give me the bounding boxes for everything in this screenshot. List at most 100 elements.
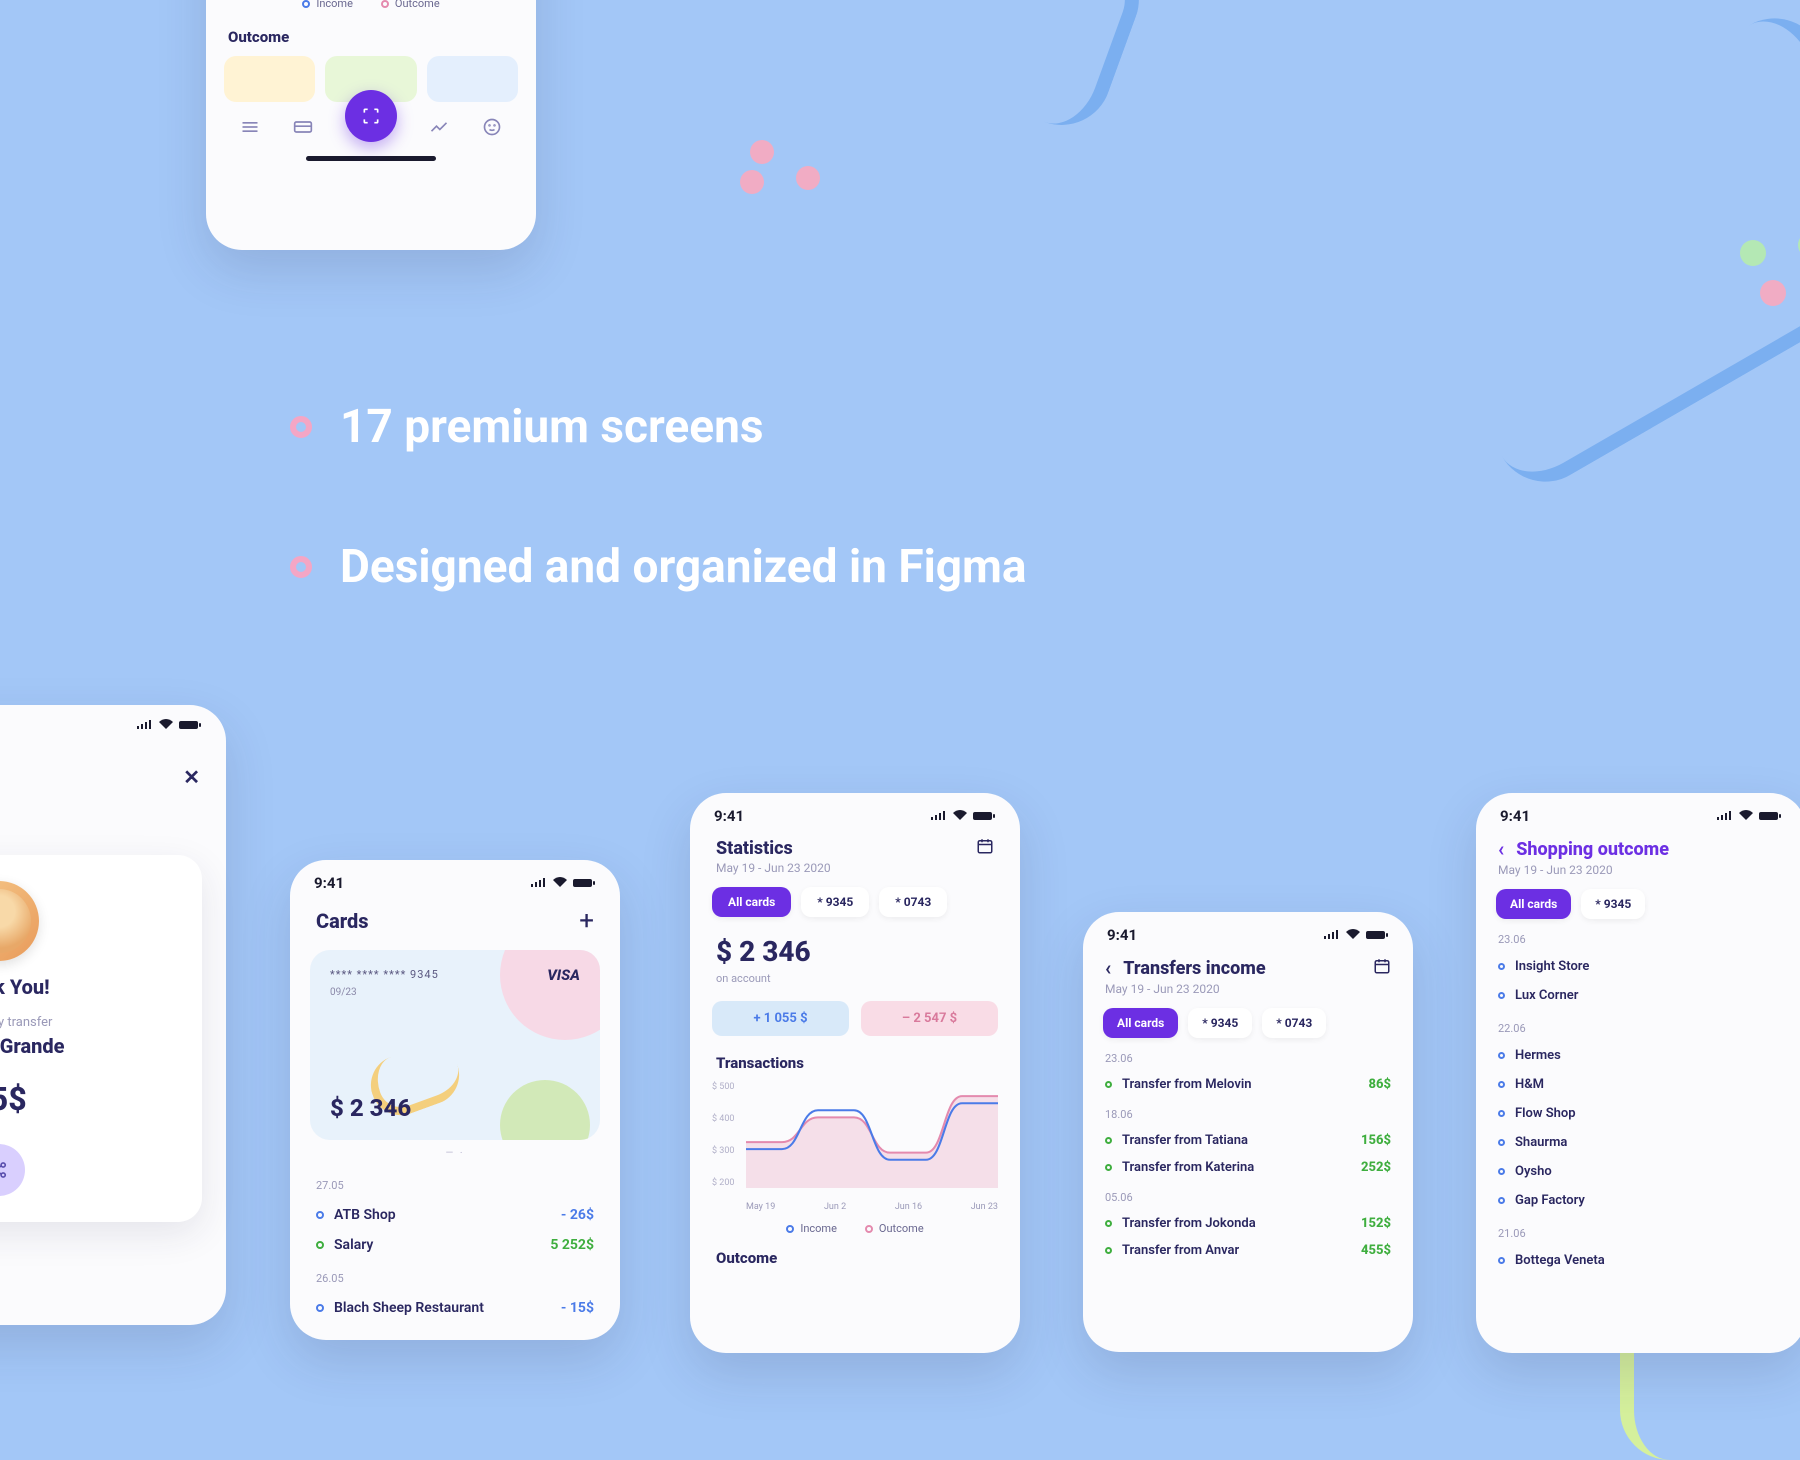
stats-icon[interactable] (429, 117, 449, 142)
add-card-icon[interactable]: + (579, 906, 594, 936)
shop-label: Lux Corner (1515, 988, 1578, 1003)
date-group: 26.05 (316, 1272, 594, 1285)
bg-squiggle (847, 0, 1153, 139)
transfer-amount: 455$ (1361, 1243, 1391, 1258)
transactions-list: 27.05 ATB Shop- 26$Salary5 252$ 26.05 Blach… (290, 1159, 620, 1331)
filter-pill[interactable]: * 0743 (879, 887, 947, 917)
transfer-amount: 156$ (1361, 1133, 1391, 1148)
transfers-list: 23.06Transfer from Melovin86$18.06Transf… (1083, 1052, 1413, 1264)
home-indicator (306, 156, 436, 161)
status-bar: 9:41 (290, 860, 620, 900)
card-filter-pills: All cards * 9345 * 0743 (690, 887, 1020, 917)
transfer-amount: 252$ (1361, 1160, 1391, 1175)
date-range: May 19 - Jun 23 2020 (1083, 982, 1413, 996)
shop-label: Shaurma (1515, 1135, 1567, 1150)
profile-icon[interactable] (482, 117, 502, 142)
row-dot-icon (1498, 1197, 1505, 1204)
total-amount: $ 2 346 (690, 935, 1020, 968)
shopping-row[interactable]: Oysho (1498, 1157, 1784, 1186)
shopping-row[interactable]: Shaurma (1498, 1128, 1784, 1157)
card-icon[interactable] (293, 117, 313, 142)
transaction-label: ATB Shop (334, 1207, 396, 1223)
card-brand: VISA (547, 966, 580, 984)
shop-label: Insight Store (1515, 959, 1589, 974)
date-group: 05.06 (1105, 1191, 1391, 1204)
filter-pill[interactable]: * 0743 (1262, 1008, 1326, 1038)
transfer-label: Transfer from Jokonda (1122, 1216, 1256, 1231)
transfer-row[interactable]: Transfer from Tatiana156$ (1105, 1127, 1391, 1154)
phone-transfers-income: 9:41 ‹ Transfers income May 19 - Jun 23 … (1083, 912, 1413, 1352)
filter-pill[interactable]: * 9345 (1188, 1008, 1252, 1038)
date-range: May 19 - Jun 23 2020 (1476, 863, 1800, 877)
transaction-label: Salary (334, 1237, 373, 1253)
close-icon[interactable]: ✕ (183, 765, 200, 789)
row-dot-icon (316, 1211, 324, 1219)
bottom-nav (206, 116, 536, 142)
scan-fab[interactable] (345, 90, 397, 142)
shopping-row[interactable]: Insight Store (1498, 952, 1784, 981)
category-chip[interactable] (427, 56, 518, 102)
filter-pill[interactable]: * 9345 (1581, 889, 1645, 919)
shop-label: Bottega Veneta (1515, 1253, 1605, 1268)
transfer-label: Transfer from Katerina (1122, 1160, 1254, 1175)
transfer-row[interactable]: Transfer from Katerina 252$ (1105, 1154, 1391, 1181)
status-time: 9:41 (1500, 807, 1530, 825)
bullet-icon (290, 416, 312, 438)
back-icon[interactable]: ‹ (1498, 837, 1504, 861)
share-button[interactable] (0, 1144, 25, 1196)
phone-thankyou: ✕ Thank You! uccesfully transfer aria de… (0, 705, 226, 1325)
card-pan: **** **** **** 9345 (330, 968, 580, 981)
menu-icon[interactable] (240, 117, 260, 142)
income-box[interactable]: + 1 055 $ (712, 1001, 849, 1036)
calendar-icon[interactable] (976, 837, 994, 859)
category-chip[interactable] (224, 56, 315, 102)
transaction-row[interactable]: ATB Shop- 26$ (316, 1200, 594, 1230)
status-bar: 9:41 (1476, 793, 1800, 833)
shopping-list: 23.06Insight StoreLux Corner22.06HermesH… (1476, 933, 1800, 1275)
transactions-chart: $ 500$ 400$ 300$ 200 May 19Jun 2Jun 16Ju… (712, 1082, 998, 1212)
bank-card[interactable]: **** **** **** 9345 09/23 VISA $ 2 346 (310, 950, 600, 1140)
shop-label: H&M (1515, 1077, 1544, 1092)
row-dot-icon (1105, 1081, 1112, 1088)
status-icons (930, 810, 996, 822)
thank-you-title: Thank You! (0, 975, 180, 999)
row-dot-icon (1498, 1168, 1505, 1175)
card-pager: — · (290, 1148, 620, 1159)
filter-pill[interactable]: All cards (1103, 1008, 1178, 1038)
outcome-box[interactable]: – 2 547 $ (861, 1001, 998, 1036)
row-dot-icon (1498, 1052, 1505, 1059)
transfer-row[interactable]: Transfer from Jokonda152$ (1105, 1210, 1391, 1237)
shopping-row[interactable]: Flow Shop (1498, 1099, 1784, 1128)
calendar-icon[interactable] (1373, 957, 1391, 979)
shopping-row[interactable]: Hermes (1498, 1041, 1784, 1070)
recipient-name: aria de Grande (0, 1034, 180, 1058)
outcome-section-title: Outcome (228, 28, 514, 46)
transfer-row[interactable]: Transfer from Anvar455$ (1105, 1237, 1391, 1264)
shopping-row[interactable]: H&M (1498, 1070, 1784, 1099)
row-dot-icon (316, 1241, 324, 1249)
row-dot-icon (1105, 1164, 1112, 1171)
shopping-row[interactable]: Gap Factory (1498, 1186, 1784, 1215)
filter-pill[interactable]: All cards (1496, 889, 1571, 919)
filter-pill[interactable]: All cards (712, 887, 791, 917)
back-icon[interactable]: ‹ (1105, 956, 1111, 980)
status-bar: 9:41 (690, 793, 1020, 833)
chart-legend: Income Outcome (206, 0, 536, 10)
transaction-row[interactable]: Salary5 252$ (316, 1230, 594, 1260)
shopping-row[interactable]: Bottega Veneta (1498, 1246, 1784, 1275)
phone-cards: 9:41 Cards + **** **** **** 9345 09/23 V… (290, 860, 620, 1340)
filter-pill[interactable]: * 9345 (801, 887, 869, 917)
date-range: May 19 - Jun 23 2020 (690, 861, 1020, 875)
row-dot-icon (1498, 1110, 1505, 1117)
shopping-row[interactable]: Lux Corner (1498, 981, 1784, 1010)
outcome-section-title: Outcome (690, 1235, 1020, 1267)
phone-shopping-outcome: 9:41 ‹ Shopping outcome May 19 - Jun 23 … (1476, 793, 1800, 1353)
date-group: 27.05 (316, 1179, 594, 1192)
transaction-row[interactable]: Blach Sheep Restaurant- 15$ (316, 1293, 594, 1323)
transfer-row[interactable]: Transfer from Melovin86$ (1105, 1071, 1391, 1098)
shop-label: Gap Factory (1515, 1193, 1585, 1208)
page-title: Statistics (716, 838, 793, 859)
avatar (0, 881, 39, 961)
date-group: 23.06 (1498, 933, 1784, 946)
transfer-amount: 75$ (0, 1080, 180, 1118)
